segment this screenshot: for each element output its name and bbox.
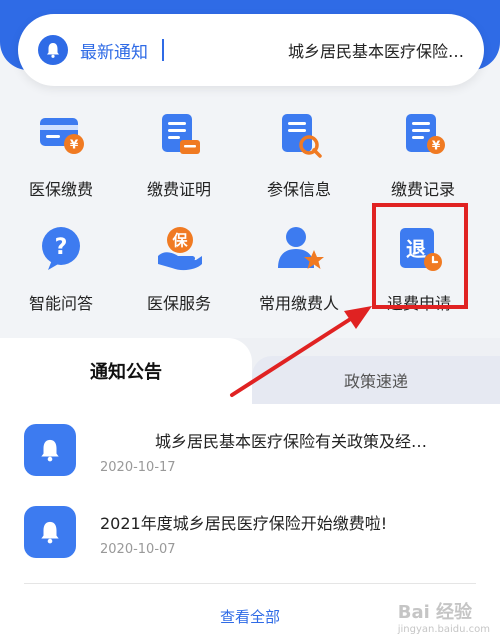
svg-text:¥: ¥ (70, 138, 79, 152)
news-date: 2020-10-07 (100, 542, 176, 557)
document-card-icon (162, 114, 200, 154)
notice-title: 最新通知 (80, 42, 148, 63)
svg-text:?: ? (55, 235, 68, 260)
notice-text[interactable]: 城乡居民基本医疗保险… (180, 38, 464, 62)
service-smart-qa[interactable]: ? 智能问答 (2, 214, 120, 314)
tab-announcements[interactable]: 通知公告 (0, 338, 252, 404)
news-title: 2021年度城乡居民医疗保险开始缴费啦! (100, 514, 388, 533)
svg-text:保: 保 (171, 232, 188, 250)
service-frequent-payers[interactable]: 常用缴费人 (240, 214, 358, 314)
service-payment-certificate[interactable]: 缴费证明 (120, 100, 238, 200)
bell-icon (24, 424, 76, 476)
service-label: 缴费记录 (390, 180, 455, 199)
news-date: 2020-10-17 (100, 460, 176, 475)
service-label: 常用缴费人 (258, 294, 339, 313)
list-item[interactable]: 2021年度城乡居民医疗保险开始缴费啦! 2020-10-07 (0, 506, 500, 592)
notice-divider (162, 39, 164, 61)
bell-icon (38, 35, 68, 65)
service-label: 退费申请 (386, 294, 451, 313)
refund-document-icon: 退 (400, 228, 442, 271)
tab-policy-news[interactable]: 政策速递 (252, 356, 500, 404)
service-label: 参保信息 (266, 180, 331, 199)
hand-protect-icon: 保 (158, 227, 202, 271)
service-insurance-info[interactable]: 参保信息 (240, 100, 358, 200)
service-medical-services[interactable]: 保 医保服务 (120, 214, 238, 314)
document-search-icon (282, 114, 322, 158)
bell-icon (24, 506, 76, 558)
document-yuan-icon: ¥ (406, 114, 445, 154)
service-label: 医保服务 (146, 294, 211, 313)
svg-text:¥: ¥ (432, 139, 441, 153)
svg-text:退: 退 (406, 237, 426, 261)
notice-bar[interactable]: 最新通知 城乡居民基本医疗保险… (18, 14, 484, 86)
service-medical-payment[interactable]: ¥ 医保缴费 (2, 100, 120, 200)
card-yuan-icon: ¥ (40, 118, 84, 154)
watermark: Bai 经验 jingyan.baidu.com (397, 602, 490, 635)
service-grid: ¥ 医保缴费 缴费证明 参保信息 ¥ 缴费记录 ? 智能问答 保 医保服务 常用… (0, 100, 500, 330)
list-item[interactable]: 城乡居民基本医疗保险有关政策及经… 2020-10-17 (0, 424, 500, 510)
question-bubble-icon: ? (42, 227, 80, 270)
service-payment-records[interactable]: ¥ 缴费记录 (364, 100, 482, 200)
service-label: 医保缴费 (28, 180, 93, 199)
divider (24, 583, 476, 584)
service-refund-application[interactable]: 退 退费申请 (360, 214, 478, 314)
service-label: 智能问答 (28, 294, 93, 313)
news-title: 城乡居民基本医疗保险有关政策及经… (155, 432, 428, 451)
service-label: 缴费证明 (146, 180, 211, 199)
person-star-icon (278, 227, 324, 269)
